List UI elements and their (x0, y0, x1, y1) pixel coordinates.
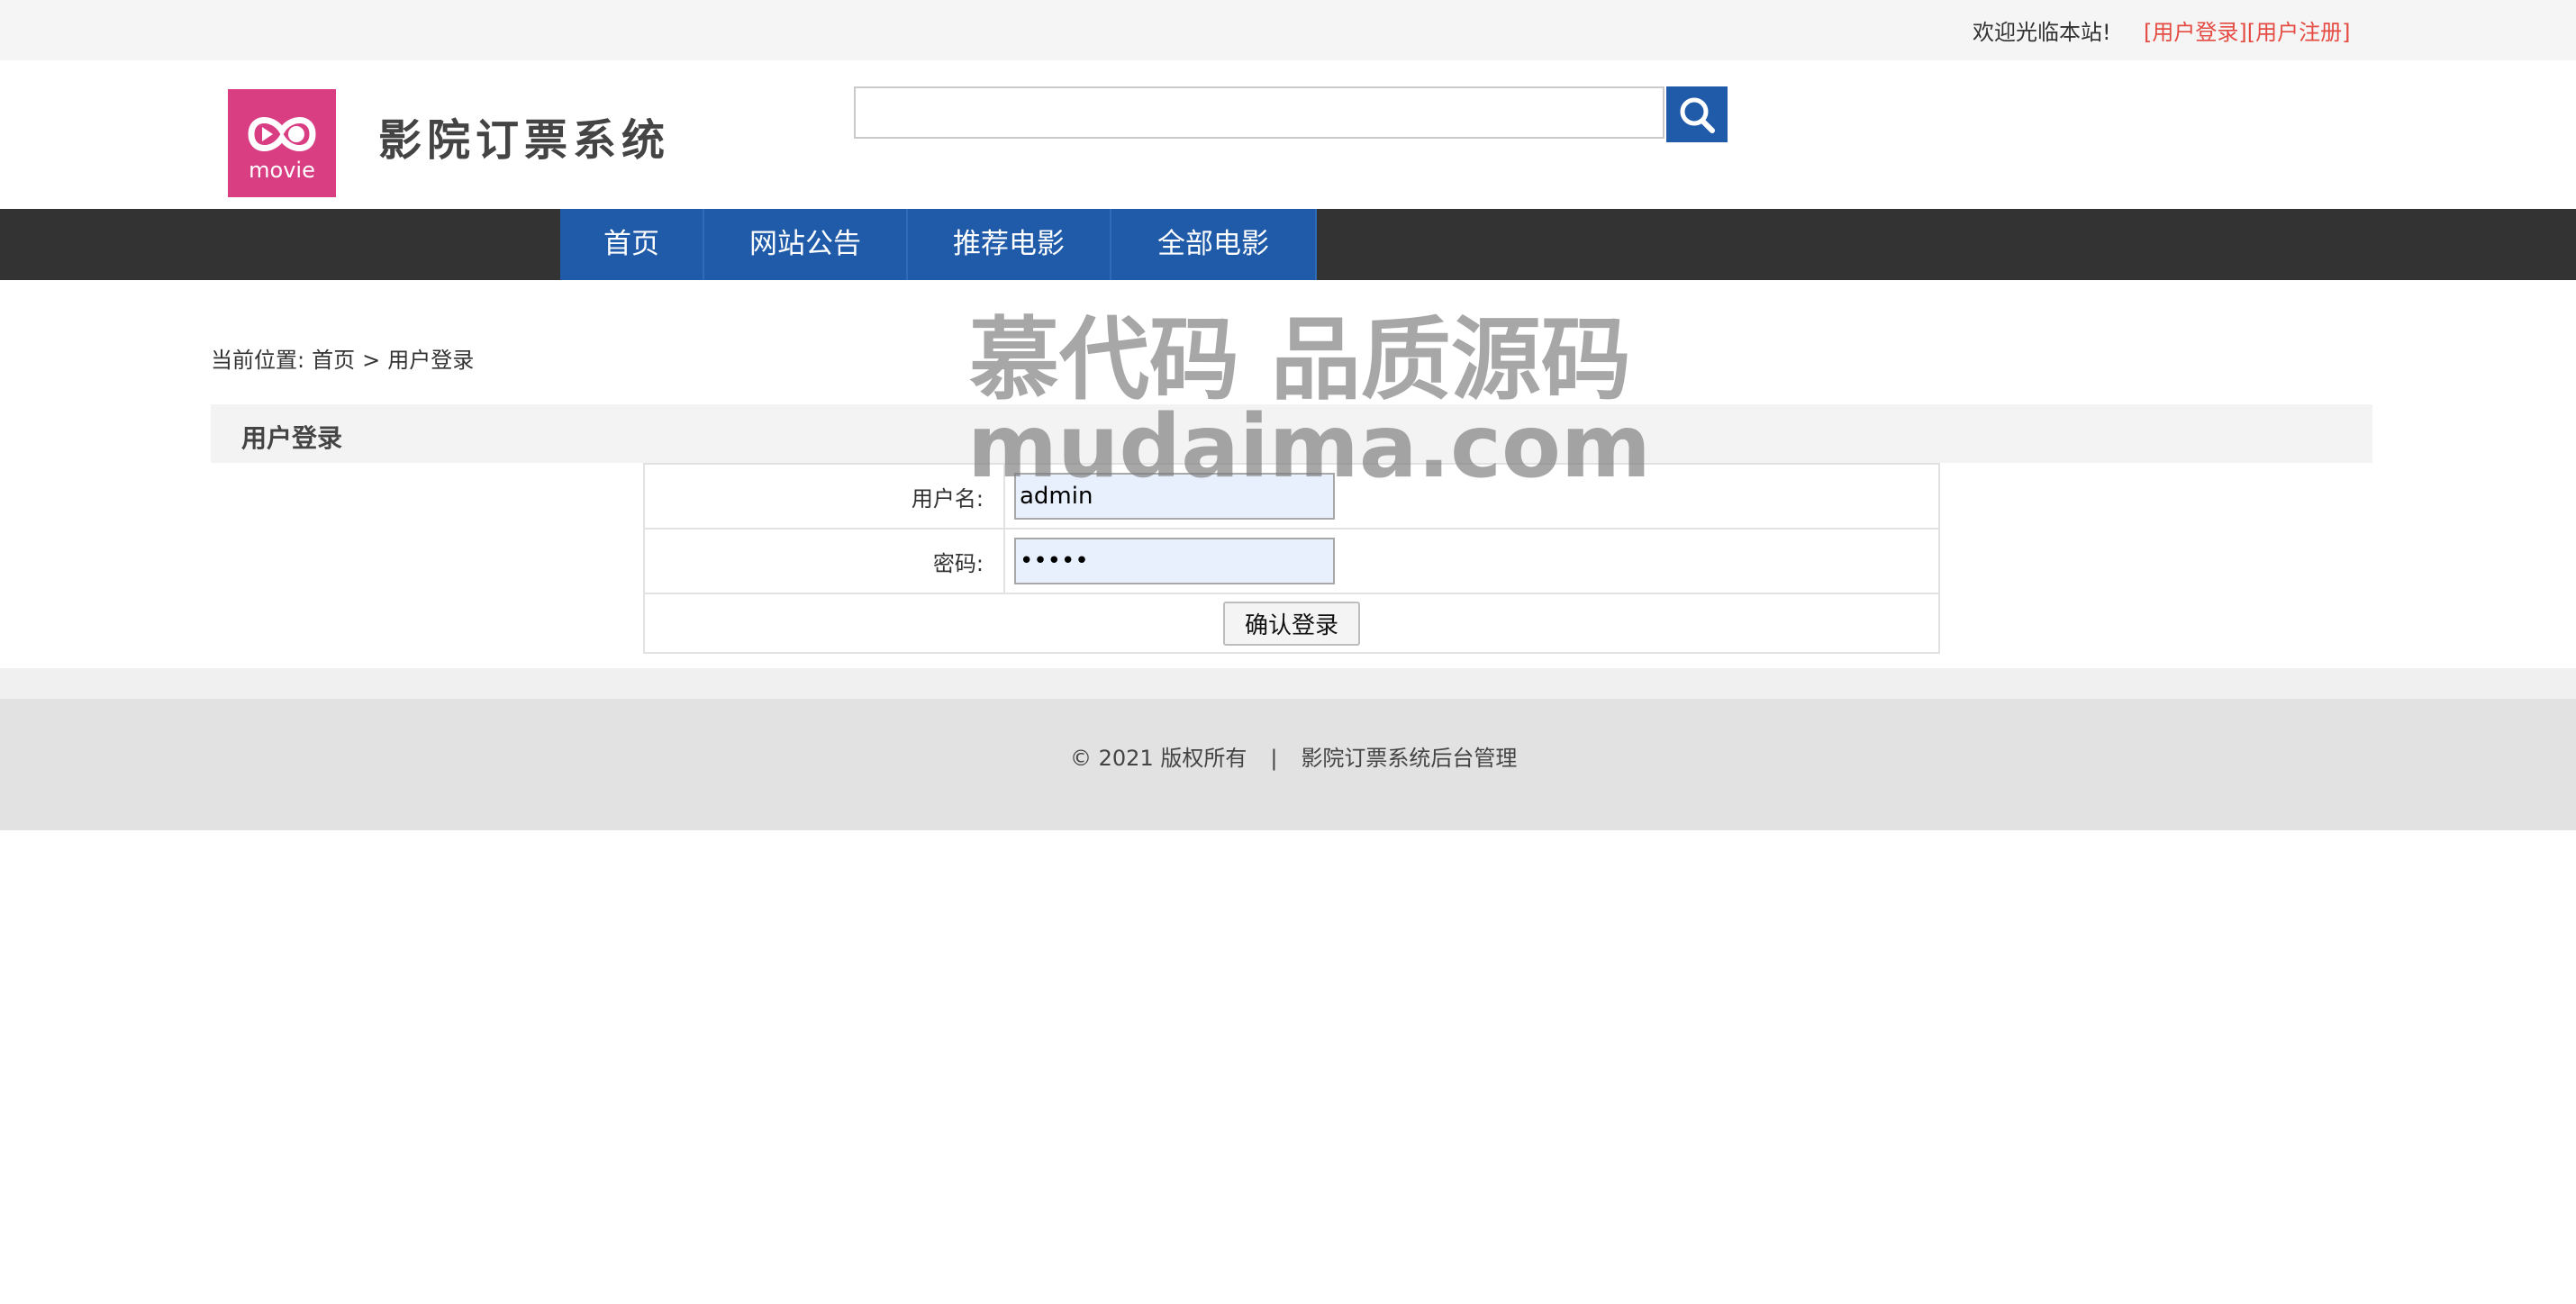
breadcrumb-home[interactable]: 首页 (312, 348, 355, 373)
login-link[interactable]: [用户登录] (2144, 20, 2247, 45)
submit-row: 确认登录 (643, 593, 1940, 654)
username-label: 用户名: (643, 463, 1005, 530)
main-nav: 首页 网站公告 推荐电影 全部电影 (0, 209, 2576, 280)
nav-item-announcements[interactable]: 网站公告 (704, 209, 908, 280)
nav-item-home[interactable]: 首页 (560, 209, 704, 280)
watermark-line-2: mudaima.com (967, 396, 1651, 497)
confirm-login-button[interactable]: 确认登录 (1222, 601, 1360, 646)
password-label: 密码: (643, 528, 1005, 594)
search-icon (1680, 97, 1715, 133)
password-field[interactable] (1014, 538, 1335, 584)
site-logo[interactable]: movie (228, 89, 336, 197)
admin-link[interactable]: 影院订票系统后台管理 (1301, 746, 1517, 771)
register-link[interactable]: [用户注册] (2247, 20, 2351, 45)
logo-text: movie (249, 158, 315, 183)
top-bar: 欢迎光临本站! [用户登录][用户注册] (0, 0, 2576, 60)
search-input[interactable] (854, 86, 1664, 139)
breadcrumb-prefix: 当前位置: (211, 348, 305, 373)
nav-item-recommended-movies[interactable]: 推荐电影 (908, 209, 1111, 280)
footer-divider (0, 668, 2576, 699)
breadcrumb-current: 用户登录 (387, 348, 475, 373)
nav-item-all-movies[interactable]: 全部电影 (1111, 209, 1317, 280)
copyright-text: © 2021 版权所有 (1070, 746, 1247, 771)
welcome-text: 欢迎光临本站! (1973, 20, 2111, 45)
footer: © 2021 版权所有 | 影院订票系统后台管理 (0, 699, 2576, 830)
movie-logo-icon: movie (228, 89, 336, 197)
breadcrumb-separator: > (362, 348, 381, 373)
breadcrumb: 当前位置: 首页 > 用户登录 (211, 342, 481, 374)
footer-separator: | (1270, 746, 1278, 771)
auth-links: [用户登录][用户注册] (2144, 14, 2350, 46)
site-title: 影院订票系统 (378, 115, 671, 166)
panel-title: 用户登录 (241, 423, 343, 453)
search-button[interactable] (1666, 86, 1728, 142)
password-row: 密码: (643, 528, 1940, 594)
footer-text: © 2021 版权所有 | 影院订票系统后台管理 (1070, 740, 1517, 772)
